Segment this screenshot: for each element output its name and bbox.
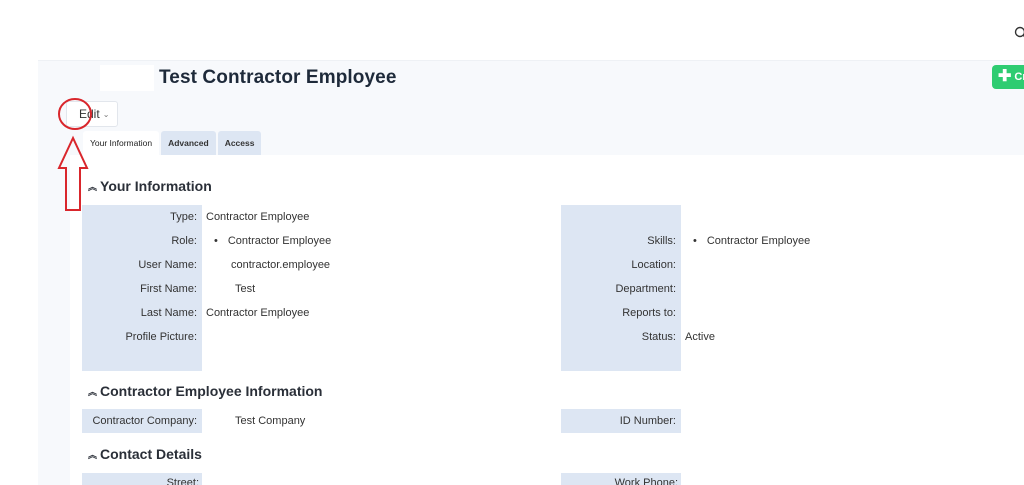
- avatar: [100, 65, 154, 91]
- field-label: Status:: [642, 331, 676, 343]
- section-title-label: Your Information: [100, 178, 212, 194]
- field-value: Test Company: [235, 415, 305, 427]
- section-contact-details[interactable]: ︽Contact Details: [88, 446, 202, 462]
- tab-advanced[interactable]: Advanced: [161, 131, 216, 155]
- field-label: Last Name:: [141, 307, 197, 319]
- create-button[interactable]: ✚ Cr: [992, 65, 1024, 89]
- field-label: Profile Picture:: [125, 331, 197, 343]
- record-page: Test Contractor Employee ✚ Cr Edit ⌄ You…: [38, 60, 1024, 485]
- field-label: Role:: [171, 235, 197, 247]
- chevron-up-icon: ︽: [88, 450, 97, 460]
- section-your-information[interactable]: ︽Your Information: [88, 178, 212, 194]
- field-label: First Name:: [140, 283, 197, 295]
- section-title-label: Contact Details: [100, 446, 202, 462]
- chevron-down-icon: ⌄: [103, 110, 110, 119]
- field-value: Active: [685, 331, 715, 343]
- field-label: Skills:: [647, 235, 676, 247]
- field-label: Contractor Company:: [92, 415, 197, 427]
- field-label: Department:: [615, 283, 676, 295]
- field-label: Type:: [170, 211, 197, 223]
- field-value: Contractor Employee: [214, 235, 331, 247]
- search-icon[interactable]: [1014, 26, 1024, 40]
- chevron-up-icon: ︽: [88, 182, 97, 192]
- tab-content: ︽Your Information Type: Contractor Emplo…: [70, 155, 1024, 485]
- field-label: User Name:: [138, 259, 197, 271]
- section-title-label: Contractor Employee Information: [100, 383, 322, 399]
- field-value: contractor.employee: [231, 259, 330, 271]
- field-value: Contractor Employee: [693, 235, 810, 247]
- field-label: Reports to:: [622, 307, 676, 319]
- field-value: Contractor Employee: [206, 211, 309, 223]
- tab-bar: Your Information Advanced Access: [83, 131, 263, 155]
- field-value: Test: [235, 283, 255, 295]
- tab-access[interactable]: Access: [218, 131, 262, 155]
- section-contractor-info[interactable]: ︽Contractor Employee Information: [88, 383, 322, 399]
- create-button-label: Cr: [1014, 71, 1024, 83]
- chevron-up-icon: ︽: [88, 387, 97, 397]
- plus-icon: ✚: [998, 69, 1011, 85]
- edit-dropdown-button[interactable]: Edit ⌄: [66, 101, 118, 127]
- label-column-right: Work Phone:: [561, 473, 681, 485]
- field-value: Contractor Employee: [206, 307, 309, 319]
- field-label: Location:: [631, 259, 676, 271]
- tab-your-information[interactable]: Your Information: [83, 131, 159, 155]
- label-column-left: Street:: [82, 473, 202, 485]
- edit-label: Edit: [79, 107, 100, 121]
- field-label: ID Number:: [620, 415, 676, 427]
- page-title: Test Contractor Employee: [159, 67, 397, 89]
